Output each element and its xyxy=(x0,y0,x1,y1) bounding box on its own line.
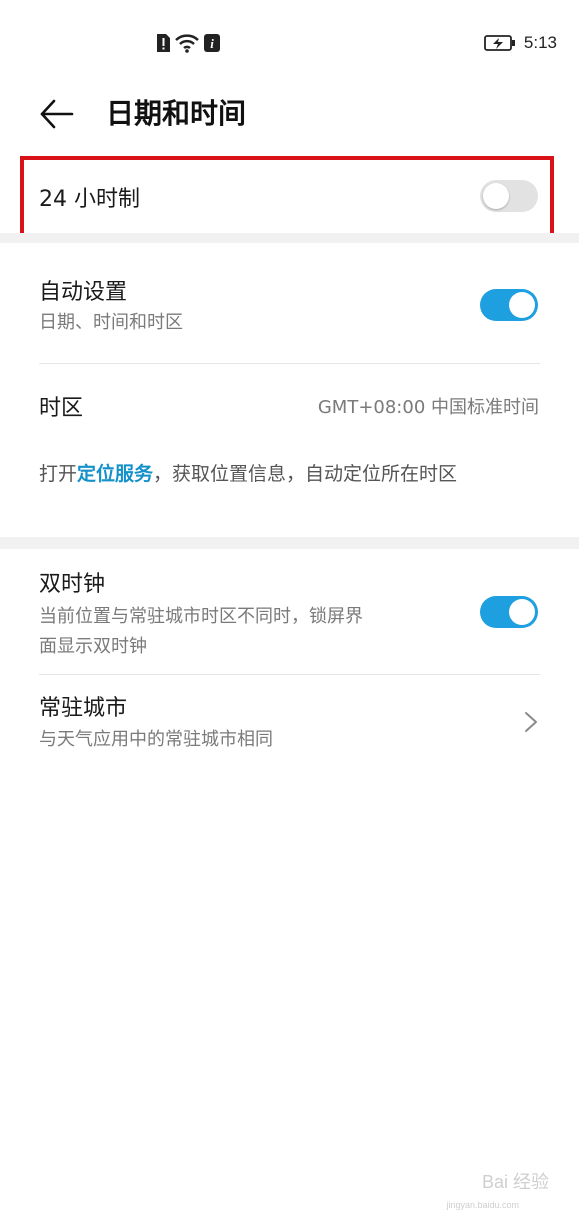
location-service-link[interactable]: 定位服务 xyxy=(77,463,153,485)
divider xyxy=(39,363,540,364)
section-gap xyxy=(0,537,579,549)
watermark-url: jingyan.baidu.com xyxy=(446,1200,519,1210)
alert-sim-icon xyxy=(157,34,170,52)
toggle-auto-set[interactable] xyxy=(480,289,538,321)
setting-home-city-subtitle: 与天气应用中的常驻城市相同 xyxy=(39,729,273,750)
page-title: 日期和时间 xyxy=(106,97,247,130)
setting-home-city-label: 常驻城市 xyxy=(39,696,128,721)
arrow-left-icon[interactable] xyxy=(38,94,78,134)
chevron-right-icon[interactable] xyxy=(523,710,539,734)
status-time: 5:13 xyxy=(523,33,557,52)
watermark: Bai 经验 xyxy=(481,1172,549,1192)
setting-timezone-label: 时区 xyxy=(39,396,84,421)
info-icon: i xyxy=(204,34,220,52)
setting-home-city[interactable]: 常驻城市 与天气应用中的常驻城市相同 xyxy=(0,686,579,758)
battery-charging-icon xyxy=(484,35,515,51)
setting-dual-clock-subtitle-1: 当前位置与常驻城市时区不同时，锁屏界 xyxy=(39,606,363,627)
section-gap xyxy=(0,233,579,243)
setting-auto-set-label: 自动设置 xyxy=(39,280,128,305)
status-icons-left: i xyxy=(155,33,221,53)
toggle-dual-clock[interactable] xyxy=(480,596,538,628)
app-header: 日期和时间 xyxy=(0,88,579,138)
svg-text:i: i xyxy=(210,36,214,51)
location-note: 打开定位服务，获取位置信息，自动定位所在时区 xyxy=(39,458,539,491)
status-bar: i 5:13 xyxy=(0,0,579,88)
setting-dual-clock-label: 双时钟 xyxy=(39,572,106,597)
divider xyxy=(39,674,540,675)
location-note-suffix: ，获取位置信息，自动定位所在时区 xyxy=(153,463,458,485)
location-note-prefix: 打开 xyxy=(39,463,78,485)
setting-timezone[interactable]: 时区 GMT+08:00 中国标准时间 xyxy=(0,378,579,434)
setting-dual-clock[interactable]: 双时钟 当前位置与常驻城市时区不同时，锁屏界 面显示双时钟 xyxy=(0,560,579,668)
setting-auto-set[interactable]: 自动设置 日期、时间和时区 xyxy=(0,266,579,356)
setting-auto-set-subtitle: 日期、时间和时区 xyxy=(39,312,183,333)
status-icons-right: 5:13 xyxy=(484,33,557,53)
setting-timezone-value: GMT+08:00 中国标准时间 xyxy=(317,397,539,418)
highlight-box xyxy=(20,156,554,242)
setting-dual-clock-subtitle-2: 面显示双时钟 xyxy=(39,636,147,657)
wifi-icon xyxy=(175,34,199,53)
